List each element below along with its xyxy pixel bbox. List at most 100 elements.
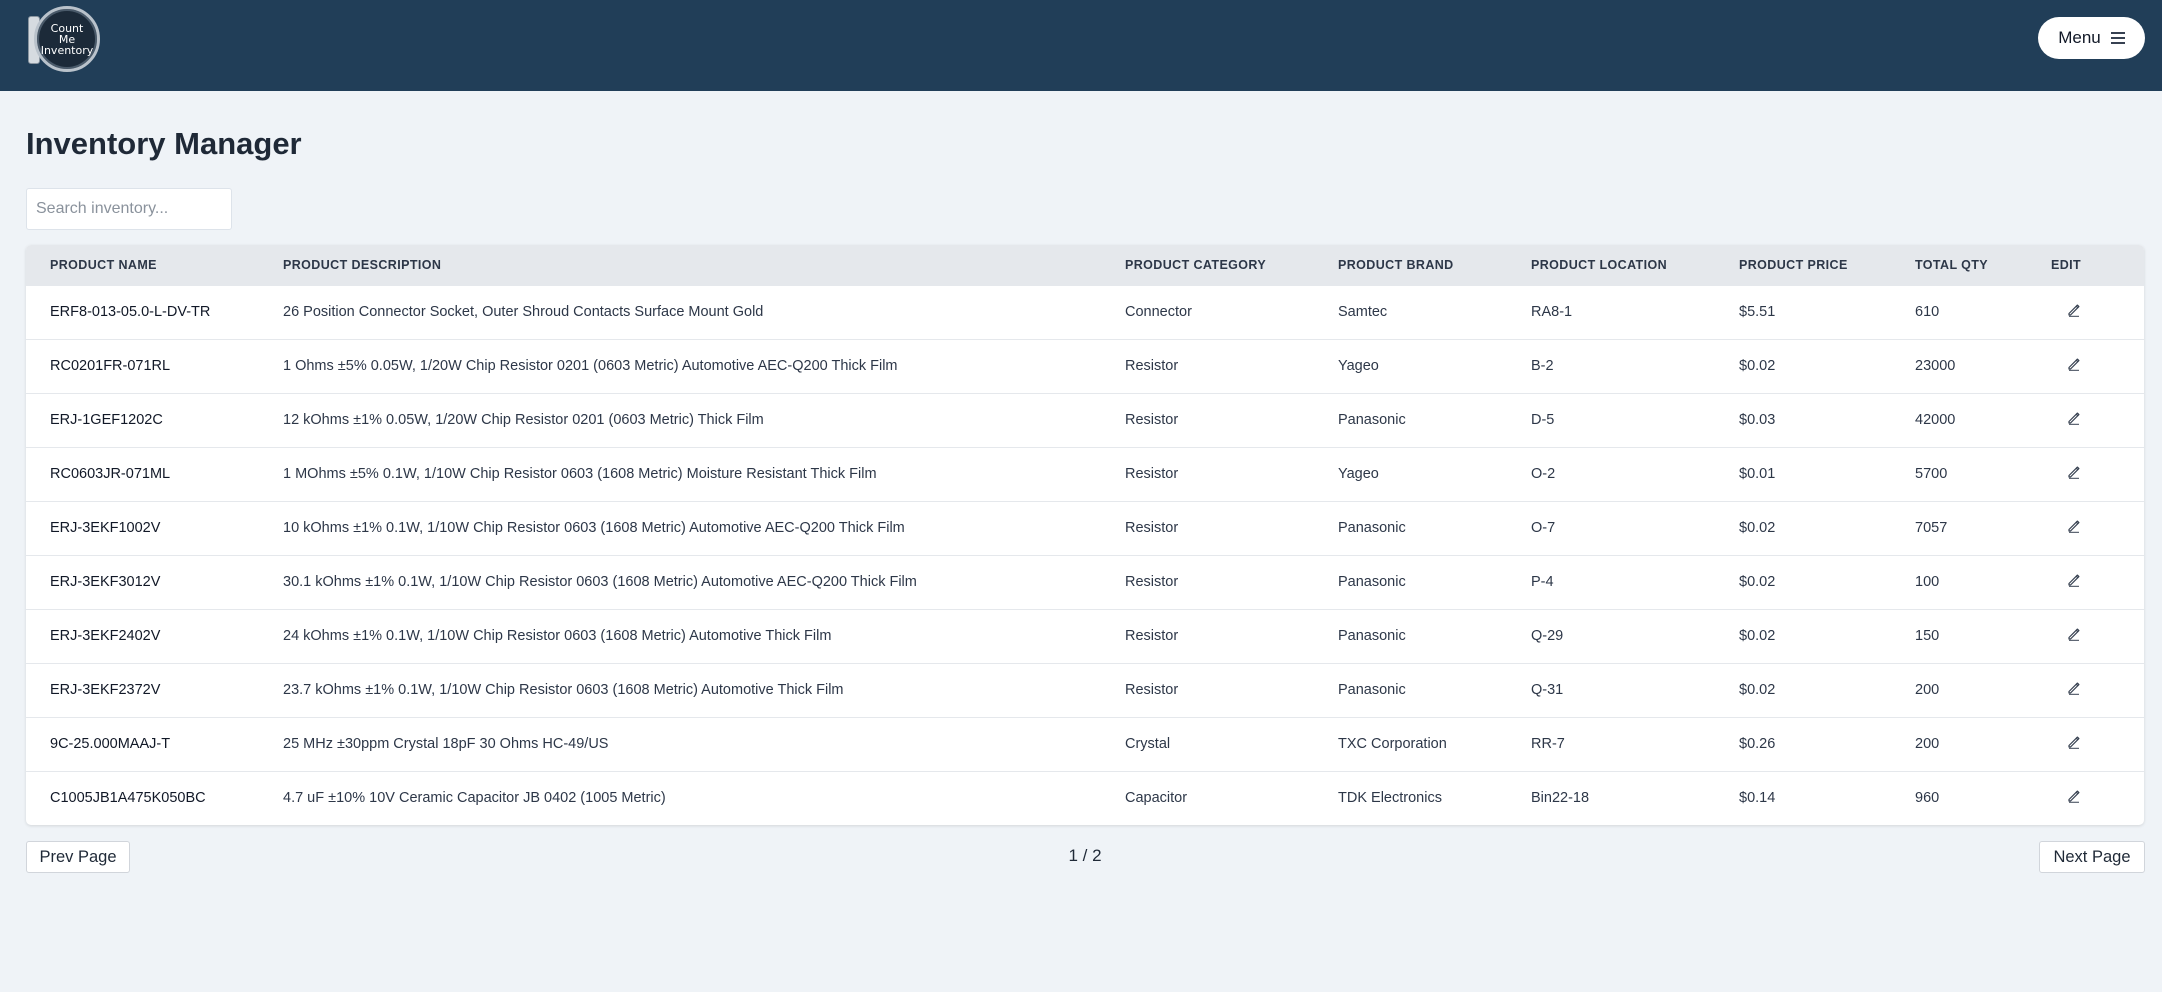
cell-total-qty: 960 <box>1915 790 1940 807</box>
cell-product-description: 1 Ohms ±5% 0.05W, 1/20W Chip Resistor 02… <box>283 358 898 374</box>
cell-product-category: Capacitor <box>1125 790 1188 807</box>
cell-product-price: $0.01 <box>1739 466 1776 482</box>
cell-product-price: $5.51 <box>1739 304 1776 320</box>
cell-product-category: Resistor <box>1125 520 1179 536</box>
cell-edit <box>2051 663 2144 717</box>
cell-product-brand: Panasonic <box>1338 682 1406 698</box>
cell-product-description: 12 kOhms ±1% 0.05W, 1/20W Chip Resistor … <box>283 412 764 428</box>
cell-product-location: RA8-1 <box>1531 304 1573 320</box>
pencil-icon[interactable] <box>2067 519 2081 533</box>
table-row[interactable]: RC0201FR-071RL 1 Ohms ±5% 0.05W, 1/20W Ch… <box>26 339 2144 393</box>
pencil-icon[interactable] <box>2067 735 2081 749</box>
table-header-row: Product Name Product Description Product… <box>26 245 2144 285</box>
pencil-icon[interactable] <box>2067 789 2081 804</box>
pencil-icon[interactable] <box>2067 627 2081 641</box>
pencil-icon[interactable] <box>2067 465 2081 479</box>
column-header-product-brand[interactable]: Product Brand <box>1338 245 1531 285</box>
cell-product-description: 23.7 kOhms ±1% 0.1W, 1/10W Chip Resistor… <box>283 682 844 698</box>
cell-product-description: 24 kOhms ±1% 0.1W, 1/10W Chip Resistor 0… <box>283 628 832 644</box>
cell-product-location: P-4 <box>1531 574 1554 590</box>
pencil-icon[interactable] <box>2067 411 2081 425</box>
cell-product-location: RR-7 <box>1531 736 1565 752</box>
cell-product-price: $0.02 <box>1739 358 1776 374</box>
cell-total-qty: 200 <box>1915 736 1940 752</box>
table-row[interactable]: 9C-25.000MAAJ-T 25 MHz ±30ppm Crystal 18p… <box>26 717 2144 771</box>
table-row[interactable]: ERJ-3EKF3012V 30.1 kOhms ±1% 0.1W, 1/10W … <box>26 555 2144 609</box>
cell-product-location: Q-31 <box>1531 682 1564 698</box>
cell-edit <box>2051 555 2144 609</box>
cell-product-category: Resistor <box>1125 358 1179 374</box>
column-header-product-name[interactable]: Product Name <box>26 245 283 285</box>
cell-total-qty: 100 <box>1915 574 1940 590</box>
cell-edit <box>2051 771 2144 825</box>
page-indicator: 1 / 2 <box>1068 846 1102 865</box>
menu-button-label: Menu <box>2058 28 2101 47</box>
cell-edit <box>2051 447 2144 501</box>
cell-product-category: Resistor <box>1125 574 1179 590</box>
cell-edit <box>2051 717 2144 771</box>
pencil-icon[interactable] <box>2067 357 2081 371</box>
table-row[interactable]: RC0603JR-071ML 1 MOhms ±5% 0.1W, 1/10W Ch… <box>26 447 2144 501</box>
cell-product-name: C1005JB1A475K050BC <box>50 790 206 807</box>
column-header-product-description[interactable]: Product Description <box>283 245 1125 285</box>
table-row[interactable]: ERJ-3EKF1002V 10 kOhms ±1% 0.1W, 1/10W Ch… <box>26 501 2144 555</box>
logo-text-line-3: Inventory <box>40 43 94 57</box>
logo-badge: Count Me Inventory <box>34 6 100 72</box>
cell-product-description: 4.7 uF ±10% 10V Ceramic Capacitor JB 040… <box>283 790 666 807</box>
table-row[interactable]: ERJ-3EKF2402V 24 kOhms ±1% 0.1W, 1/10W Ch… <box>26 609 2144 663</box>
cell-product-name: ERJ-1GEF1202C <box>50 412 163 428</box>
app-logo[interactable]: Count Me Inventory <box>28 6 100 72</box>
next-page-button[interactable]: Next Page <box>2039 841 2145 873</box>
cell-product-category: Resistor <box>1125 412 1179 428</box>
cell-total-qty: 7057 <box>1915 520 1948 536</box>
table-row[interactable]: ERJ-1GEF1202C 12 kOhms ±1% 0.05W, 1/20W C… <box>26 393 2144 447</box>
cell-product-description: 1 MOhms ±5% 0.1W, 1/10W Chip Resistor 06… <box>283 466 877 482</box>
cell-product-brand: Panasonic <box>1338 574 1406 590</box>
logo-text-line-1: Count <box>50 21 84 35</box>
cell-product-brand: TXC Corporation <box>1338 736 1447 752</box>
cell-product-price: $0.02 <box>1739 682 1776 698</box>
cell-total-qty: 610 <box>1915 304 1940 320</box>
column-header-product-category[interactable]: Product Category <box>1125 245 1338 285</box>
table-row[interactable]: C1005JB1A475K050BC 4.7 uF ±10% 10V Cerami… <box>26 771 2144 825</box>
table-row[interactable]: ERF8-013-05.0-L-DV-TR 26 Position Connect… <box>26 285 2144 339</box>
menu-button[interactable]: Menu <box>2038 17 2145 59</box>
cell-product-name: RC0201FR-071RL <box>50 358 171 374</box>
column-header-product-price[interactable]: Product Price <box>1739 245 1915 285</box>
cell-edit <box>2051 393 2144 447</box>
cell-product-price: $0.02 <box>1739 520 1776 536</box>
column-header-product-location[interactable]: Product Location <box>1531 245 1739 285</box>
cell-product-description: 26 Position Connector Socket, Outer Shro… <box>283 304 764 320</box>
cell-total-qty: 42000 <box>1915 412 1956 428</box>
cell-product-brand: TDK Electronics <box>1338 790 1442 807</box>
cell-product-brand: Panasonic <box>1338 520 1406 536</box>
cell-product-name: ERF8-013-05.0-L-DV-TR <box>50 304 211 320</box>
pencil-icon[interactable] <box>2067 573 2081 587</box>
column-header-edit: Edit <box>2051 257 2082 272</box>
cell-product-brand: Yageo <box>1338 358 1379 374</box>
cell-product-location: B-2 <box>1531 358 1554 374</box>
cell-product-location: Q-29 <box>1531 628 1564 644</box>
cell-edit <box>2051 609 2144 663</box>
search-input[interactable] <box>26 188 232 230</box>
cell-product-category: Connector <box>1125 304 1192 320</box>
prev-page-button[interactable]: Prev Page <box>26 841 130 873</box>
column-header-total-qty[interactable]: Total Qty <box>1915 245 2051 285</box>
cell-product-brand: Samtec <box>1338 304 1388 320</box>
cell-product-brand: Yageo <box>1338 466 1379 482</box>
cell-product-location: O-7 <box>1531 520 1556 536</box>
page-title: Inventory Manager <box>26 126 302 161</box>
cell-total-qty: 23000 <box>1915 358 1956 374</box>
cell-edit <box>2051 339 2144 393</box>
cell-product-category: Resistor <box>1125 466 1179 482</box>
table-row[interactable]: ERJ-3EKF2372V 23.7 kOhms ±1% 0.1W, 1/10W … <box>26 663 2144 717</box>
logo-text-line-2: Me <box>58 32 76 46</box>
cell-product-name: ERJ-3EKF2372V <box>50 682 161 698</box>
pencil-icon[interactable] <box>2067 681 2081 695</box>
hamburger-icon <box>2110 32 2125 44</box>
cell-product-name: ERJ-3EKF2402V <box>50 628 161 644</box>
cell-product-brand: Panasonic <box>1338 628 1406 644</box>
pencil-icon[interactable] <box>2067 303 2081 317</box>
top-navbar: Count Me Inventory Menu <box>0 0 2162 91</box>
cell-product-description: 10 kOhms ±1% 0.1W, 1/10W Chip Resistor 0… <box>283 520 905 536</box>
